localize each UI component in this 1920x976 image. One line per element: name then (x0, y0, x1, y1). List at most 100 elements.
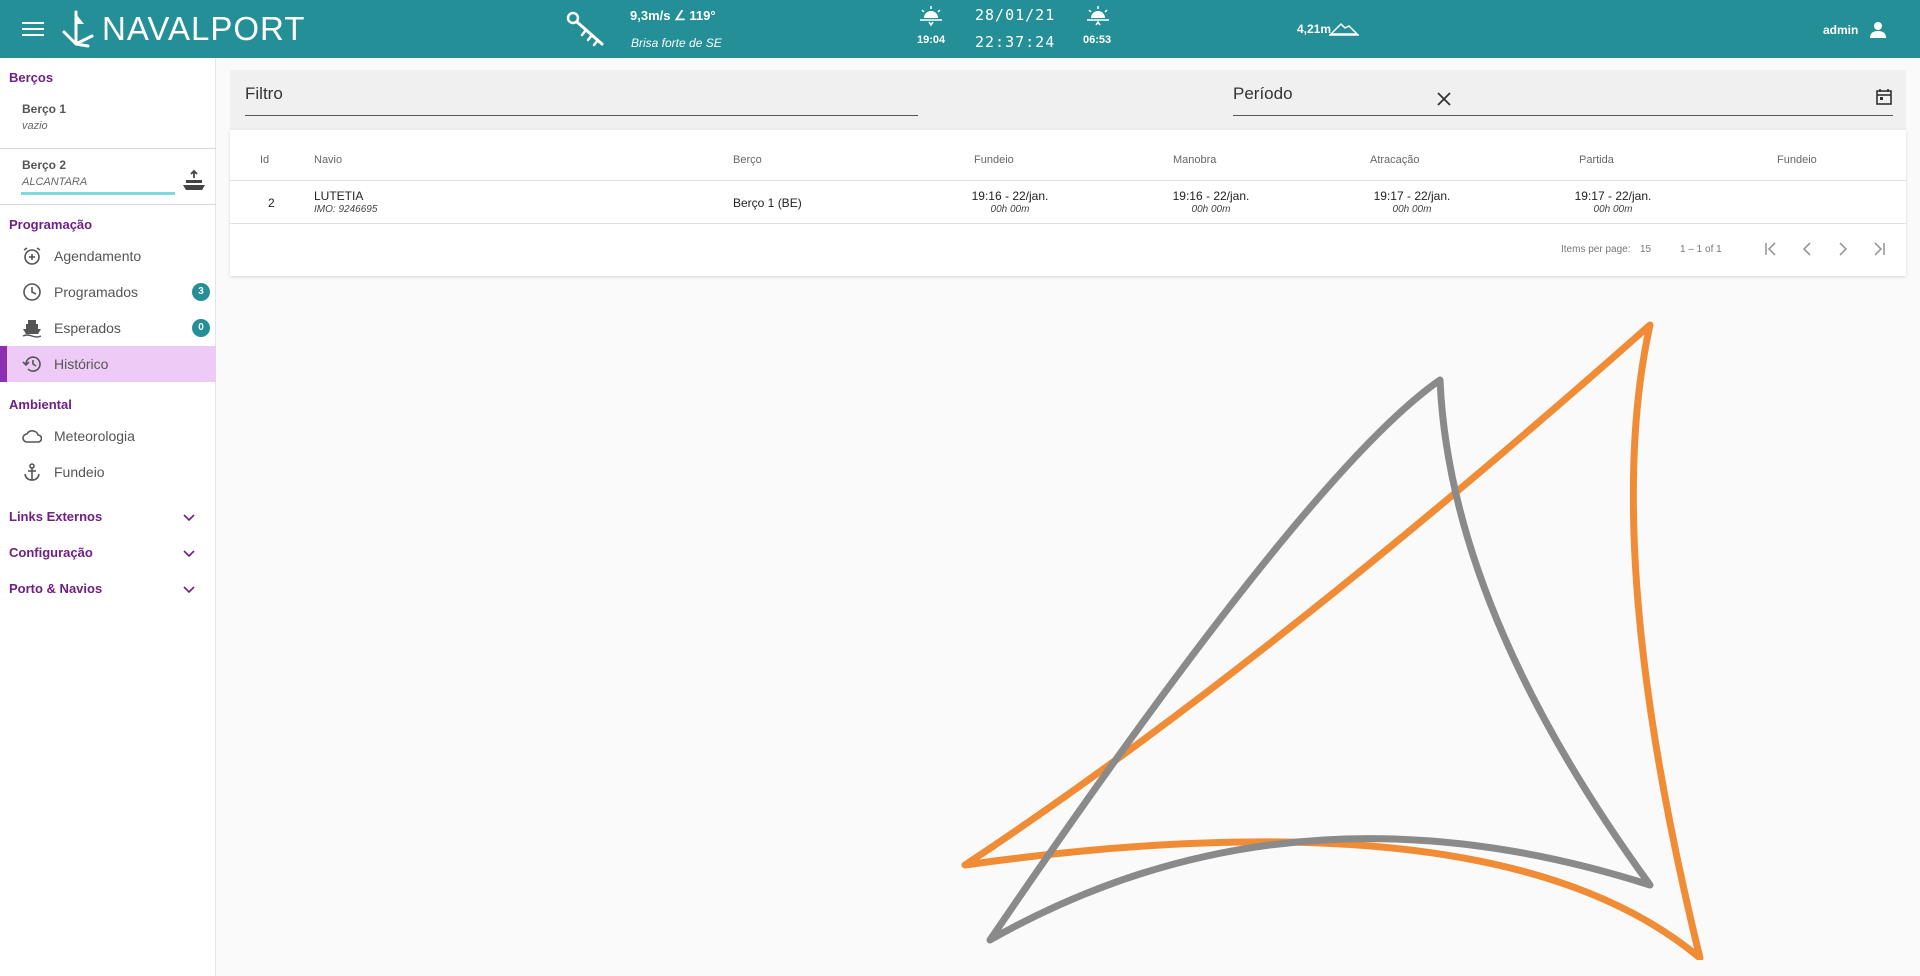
filter-bar (230, 70, 1906, 130)
user-name: admin (1823, 23, 1859, 37)
tide-level: 4,21m (1297, 20, 1360, 36)
sidebar: Berços Berço 1 vazio Berço 2 ALCANTARA P… (0, 58, 216, 976)
first-page-icon[interactable] (1762, 240, 1780, 258)
berth-1[interactable]: Berço 1 vazio (22, 102, 66, 132)
esperados-count-badge: 0 (192, 319, 210, 337)
page-range: 1 – 1 of 1 (1680, 244, 1722, 255)
sunset-icon (920, 6, 942, 27)
next-page-icon[interactable] (1834, 240, 1852, 258)
configuracao-title: Configuração (9, 545, 93, 560)
watermark-logo (961, 321, 1704, 960)
alarm-add-icon (23, 247, 41, 265)
links-externos-title: Links Externos (9, 509, 103, 524)
nav-programados[interactable]: Programados 3 (0, 274, 216, 310)
ship-icon (22, 320, 42, 338)
fundeio-duration: 00h 00m (990, 204, 1030, 215)
nav-historico-label: Histórico (54, 356, 109, 372)
last-page-icon[interactable] (1870, 240, 1888, 258)
berth-2-status: ALCANTARA (22, 176, 88, 188)
nav-historico[interactable]: Histórico (0, 346, 216, 382)
col-header-fundeio[interactable]: Fundeio (974, 154, 1014, 166)
chevron-down-icon (183, 586, 195, 594)
berth-2-name: Berço 2 (22, 158, 67, 172)
nav-esperados-label: Esperados (54, 320, 121, 336)
navalport-logo-icon (62, 10, 94, 48)
current-date: 28/01/21 (975, 6, 1056, 24)
sunrise-time: 06:53 (1083, 34, 1112, 46)
anchor-icon (24, 463, 40, 481)
wind-description: Brisa forte de SE (631, 36, 722, 50)
chevron-down-icon (183, 550, 195, 558)
prev-page-icon[interactable] (1798, 240, 1816, 258)
nav-programados-label: Programados (54, 284, 139, 300)
col-header-atracacao[interactable]: Atracação (1370, 154, 1420, 166)
ship-name: LUTETIA (314, 189, 364, 203)
manobra-time: 19:16 - 22/jan. (1172, 189, 1250, 203)
nav-fundeio-label: Fundeio (54, 464, 105, 480)
section-links-externos[interactable]: Links Externos (0, 502, 216, 532)
account-icon (1870, 22, 1887, 38)
partida-time: 19:17 - 22/jan. (1574, 189, 1652, 203)
berth-1-name: Berço 1 (22, 102, 67, 116)
calendar-icon[interactable] (1875, 88, 1893, 106)
programacao-title: Programação (9, 217, 93, 232)
menu-icon[interactable] (22, 18, 44, 40)
berth-1-status: vazio (22, 120, 48, 132)
cell-navio: LUTETIA IMO: 9246695 (314, 189, 377, 215)
sunset-time: 19:04 (917, 34, 946, 46)
items-per-page-label: Items per page: (1561, 244, 1631, 255)
col-header-id[interactable]: Id (260, 154, 269, 166)
partida-duration: 00h 00m (1593, 204, 1633, 215)
col-header-manobra[interactable]: Manobra (1173, 154, 1216, 166)
wind-vane-icon (566, 11, 604, 47)
cell-berco: Berço 1 (BE) (733, 196, 802, 210)
history-icon (22, 356, 41, 372)
bercos-title: Berços (9, 70, 54, 85)
col-header-partida[interactable]: Partida (1579, 154, 1614, 166)
ship-imo: IMO: 9246695 (314, 204, 378, 215)
user-menu[interactable]: admin (1823, 20, 1888, 40)
col-header-fundeio-2[interactable]: Fundeio (1777, 154, 1817, 166)
app-logo[interactable]: NAVALPORT (60, 10, 305, 48)
nav-esperados[interactable]: Esperados 0 (0, 310, 216, 346)
nav-fundeio[interactable]: Fundeio (0, 454, 216, 490)
cloud-icon (22, 430, 42, 443)
section-configuracao[interactable]: Configuração (0, 538, 216, 568)
programados-count-badge: 3 (192, 283, 210, 301)
nav-meteorologia[interactable]: Meteorologia (0, 418, 216, 454)
section-porto-navios[interactable]: Porto & Navios (0, 574, 216, 604)
fundeio-time: 19:16 - 22/jan. (971, 189, 1049, 203)
items-per-page-select[interactable]: 15 (1640, 244, 1651, 255)
atracacao-duration: 00h 00m (1392, 204, 1432, 215)
active-indicator (0, 346, 7, 382)
tide-value: 4,21m (1297, 22, 1332, 36)
chevron-down-icon (183, 514, 195, 522)
filtro-input[interactable] (245, 84, 918, 104)
cell-manobra: 19:16 - 22/jan. 00h 00m (1151, 189, 1271, 215)
periodo-input[interactable] (1233, 84, 1893, 104)
col-header-berco[interactable]: Berço (733, 154, 762, 166)
table-row[interactable]: 2 LUTETIA IMO: 9246695 Berço 1 (BE) 19:1… (230, 180, 1906, 224)
history-table: Id Navio Berço Fundeio Manobra Atracação… (230, 130, 1906, 276)
cell-id: 2 (268, 196, 275, 210)
atracacao-time: 19:17 - 22/jan. (1373, 189, 1451, 203)
divider (0, 204, 216, 205)
filtro-field (245, 70, 918, 116)
nav-agendamento-label: Agendamento (54, 248, 142, 264)
tide-icon (1329, 22, 1360, 36)
col-header-navio[interactable]: Navio (314, 154, 342, 166)
porto-navios-title: Porto & Navios (9, 581, 103, 596)
top-bar: NAVALPORT 9,3m/s ∠ 119° Brisa forte de S… (0, 0, 1920, 58)
cell-fundeio: 19:16 - 22/jan. 00h 00m (950, 189, 1070, 215)
sunrise-icon (1087, 6, 1109, 26)
nav-meteorologia-label: Meteorologia (54, 428, 135, 444)
current-time: 22:37:24 (975, 33, 1056, 51)
brand-name: NAVALPORT (102, 10, 306, 47)
nav-agendamento[interactable]: Agendamento (0, 238, 216, 274)
manobra-duration: 00h 00m (1191, 204, 1231, 215)
clock-icon (23, 283, 41, 301)
periodo-field (1233, 70, 1893, 116)
cell-atracacao: 19:17 - 22/jan. 00h 00m (1352, 189, 1472, 215)
berth-2[interactable]: Berço 2 ALCANTARA (22, 158, 87, 188)
ship-unload-icon[interactable] (182, 169, 206, 193)
